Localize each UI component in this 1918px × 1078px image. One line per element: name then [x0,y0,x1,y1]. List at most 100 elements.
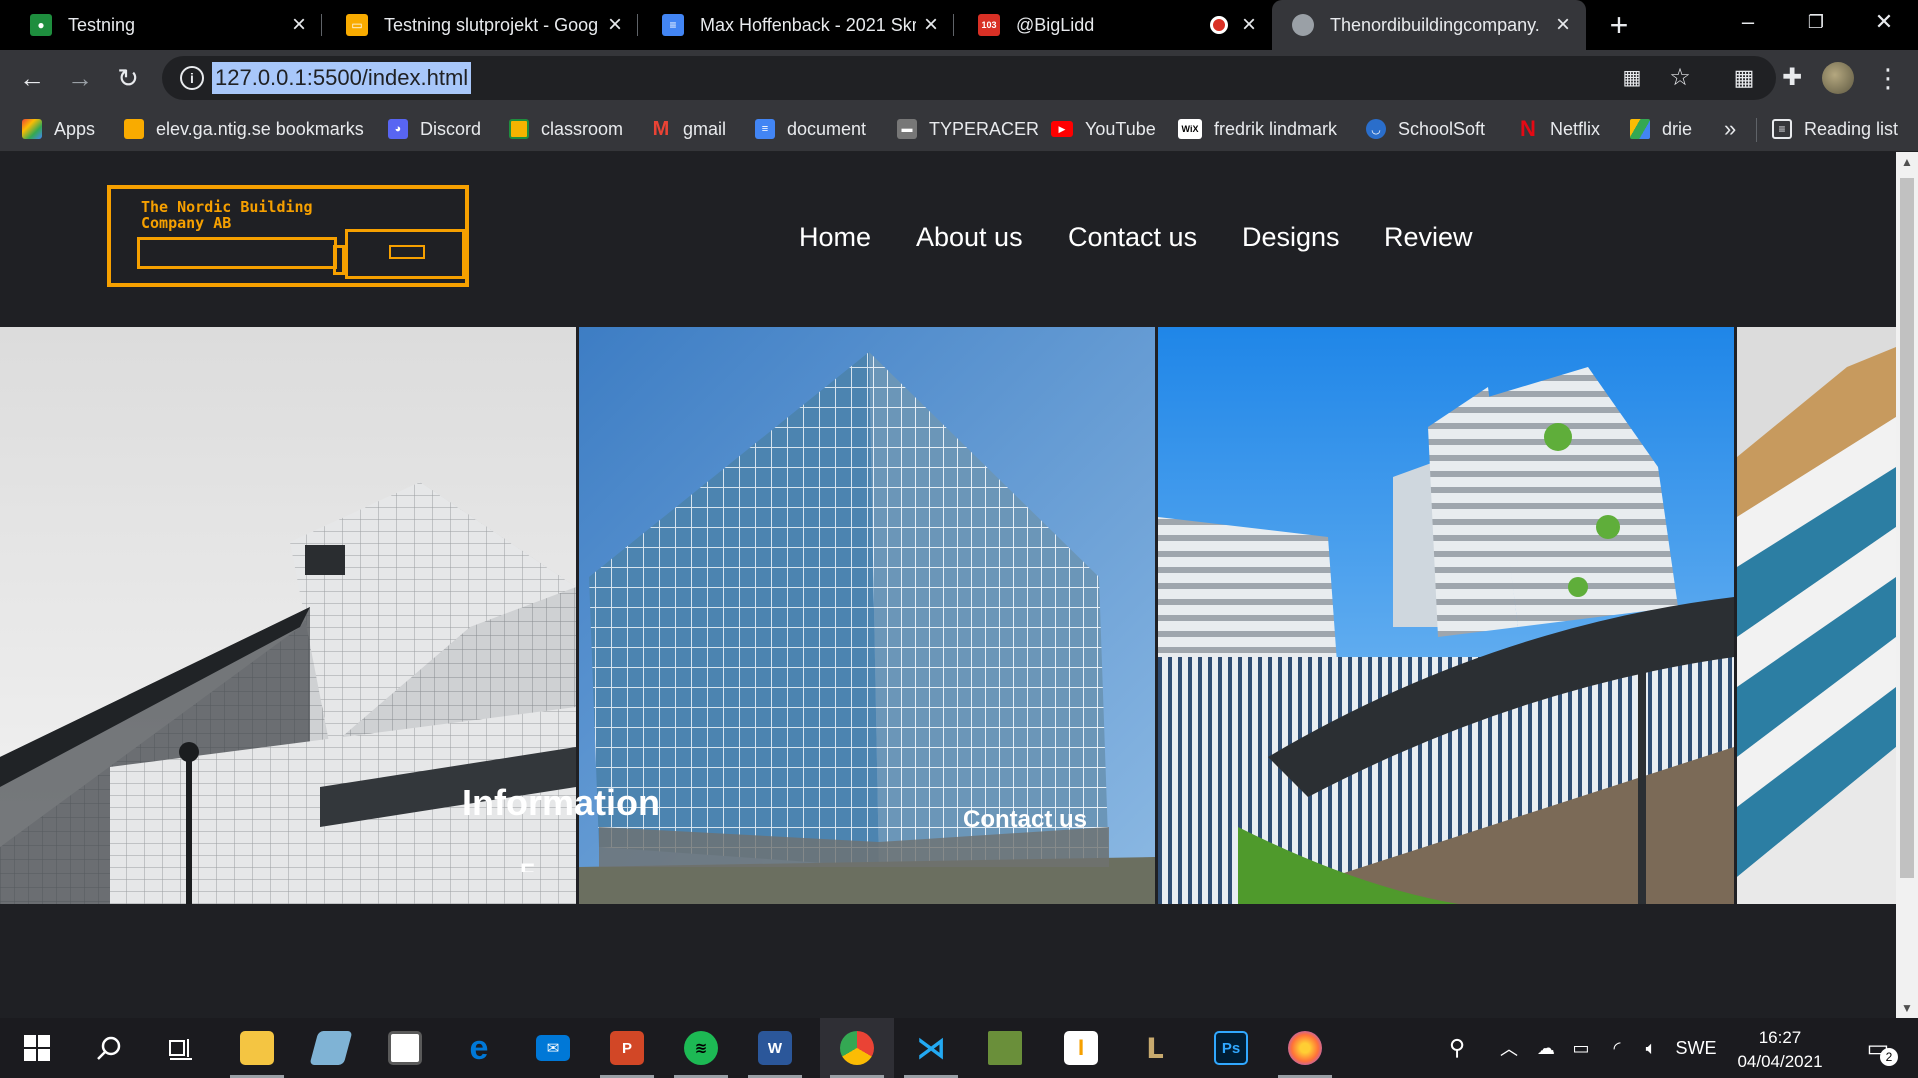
reload-icon[interactable]: ↻ [110,60,146,96]
window-close-button[interactable]: ✕ [1850,0,1918,50]
notes-icon [309,1031,353,1065]
bookmark-apps[interactable]: Apps [22,116,95,142]
tab-slides[interactable]: ▭ Testning slutprojekt - Goog × [322,0,638,50]
bookmark-label: SchoolSoft [1398,118,1486,139]
company-logo[interactable]: The Nordic Building Company AB [107,185,469,287]
new-tab-button[interactable]: + [1602,6,1636,44]
youtube-icon: ▶ [1051,121,1073,137]
nav-contact-us[interactable]: Contact us [1068,222,1197,253]
taskbar-minecraft[interactable] [968,1018,1042,1078]
start-button[interactable] [0,1018,74,1078]
bookmark-fredrik-lindmark[interactable]: WiX fredrik lindmark [1178,116,1337,142]
battery-icon[interactable]: ▭ [1566,1018,1596,1078]
bookmark-youtube[interactable]: ▶ YouTube [1051,116,1156,142]
classroom-icon [509,119,529,139]
taskbar-file-explorer[interactable] [220,1018,294,1078]
discord-icon: ◕ [388,119,408,139]
site-info-icon[interactable]: i [180,66,204,90]
contact-us-heading: Contact us [963,806,1088,833]
photo-gallery [0,327,1896,904]
nav-designs[interactable]: Designs [1242,222,1340,253]
address-bar[interactable]: i 127.0.0.1:5500/index.html ▦ ☆ [162,56,1776,100]
bookmark-elev-folder[interactable]: elev.ga.ntig.se bookmarks [124,116,364,142]
extension-grid-icon[interactable]: ▦ [1726,60,1762,96]
bookmark-typeracer[interactable]: ▬ TYPERACER [897,116,1039,142]
nav-review[interactable]: Review [1384,222,1473,253]
close-icon[interactable]: × [1234,11,1264,39]
minimize-button[interactable]: – [1714,0,1782,50]
tab-title: Max Hoffenback - 2021 Skri [700,14,916,35]
instrument-icon: I [1064,1031,1098,1065]
taskbar-mail[interactable]: ✉ [516,1018,590,1078]
tab-nordic-building[interactable]: Thenordibuildingcompany. × [1272,0,1586,50]
people-icon[interactable]: ⚲ [1438,1018,1476,1078]
taskbar-spotify[interactable]: ≋ [664,1018,738,1078]
logo-shape [333,245,345,275]
taskbar-clock[interactable]: 16:27 04/04/2021 [1730,1026,1830,1074]
taskbar-notes[interactable] [294,1018,368,1078]
bookmarks-overflow-button[interactable]: » [1724,116,1736,142]
taskbar-instrument[interactable]: I [1044,1018,1118,1078]
taskbar-chrome[interactable] [820,1018,894,1078]
close-icon[interactable]: × [600,11,630,39]
bookmark-classroom[interactable]: classroom [509,116,623,142]
taskbar-edge[interactable]: e [442,1018,516,1078]
close-icon[interactable]: × [284,11,314,39]
tab-biglidd[interactable]: 103 @BigLidd × [954,0,1272,50]
profile-avatar[interactable] [1822,62,1854,94]
qr-code-icon[interactable]: ▦ [1618,64,1646,92]
globe-icon [1292,14,1314,36]
file-explorer-icon [240,1031,274,1065]
url-text[interactable]: 127.0.0.1:5500/index.html [212,62,472,94]
nav-about-us[interactable]: About us [916,222,1023,253]
bookmark-drive[interactable]: drie [1630,116,1692,142]
tab-docs[interactable]: ≡ Max Hoffenback - 2021 Skri × [638,0,954,50]
reading-list-label: Reading list [1804,118,1899,139]
scroll-thumb[interactable] [1900,178,1914,878]
forward-arrow-icon[interactable]: → [62,60,98,96]
bookmark-document[interactable]: ≡ document [755,116,866,142]
tab-testning[interactable]: ● Testning × [0,0,322,50]
page-viewport: The Nordic Building Company AB Home Abou… [0,152,1896,1018]
taskbar-powerpoint[interactable]: P [590,1018,664,1078]
menu-kebab-icon[interactable]: ⋮ [1870,60,1906,96]
bookmark-discord[interactable]: ◕ Discord [388,116,481,142]
scroll-down-icon[interactable]: ▼ [1896,998,1918,1018]
clock-time: 16:27 [1758,1028,1802,1047]
wifi-icon[interactable]: ◜ [1602,1018,1632,1078]
slides-icon: ▭ [346,14,368,36]
volume-icon[interactable]: 🔈︎ [1636,1018,1666,1078]
task-view-button[interactable] [144,1018,218,1078]
notification-center-button[interactable]: ▭ 2 [1858,1018,1898,1078]
site-header: The Nordic Building Company AB Home Abou… [0,152,1896,327]
page-scrollbar[interactable]: ▲ ▼ [1896,152,1918,1018]
nav-home[interactable]: Home [799,222,871,253]
bookmark-star-icon[interactable]: ☆ [1666,64,1694,92]
chevron-up-icon[interactable]: ︿ [1494,1018,1524,1078]
tab-title: Thenordibuildingcompany. [1330,14,1540,35]
word-icon: W [758,1031,792,1065]
reading-list-button[interactable]: ≡ Reading list [1772,116,1898,142]
extensions-puzzle-icon[interactable]: ✚ [1774,60,1810,96]
taskbar-vscode[interactable]: ⋊ [894,1018,968,1078]
onedrive-icon[interactable]: ☁ [1528,1018,1564,1078]
back-arrow-icon[interactable]: ← [14,60,50,96]
store-icon [388,1031,422,1065]
scroll-up-icon[interactable]: ▲ [1896,152,1918,172]
screen: ● Testning × ▭ Testning slutprojekt - Go… [0,0,1918,1078]
taskbar-photoshop[interactable]: Ps [1194,1018,1268,1078]
clock-date: 04/04/2021 [1737,1052,1823,1071]
bookmark-gmail[interactable]: M gmail [651,116,726,142]
bookmark-netflix[interactable]: N Netflix [1518,116,1600,142]
close-icon[interactable]: × [1548,11,1578,39]
search-button[interactable] [72,1018,146,1078]
close-icon[interactable]: × [916,11,946,39]
taskbar-league[interactable]: ᒪ [1118,1018,1192,1078]
bookmark-schoolsoft[interactable]: ◡ SchoolSoft [1366,116,1485,142]
language-indicator[interactable]: SWE [1672,1018,1720,1078]
taskbar-store[interactable] [368,1018,442,1078]
taskbar-firefox[interactable] [1268,1018,1342,1078]
restore-button[interactable]: ❐ [1782,0,1850,50]
taskbar-word[interactable]: W [738,1018,812,1078]
photo-striped-facade [1737,327,1896,904]
